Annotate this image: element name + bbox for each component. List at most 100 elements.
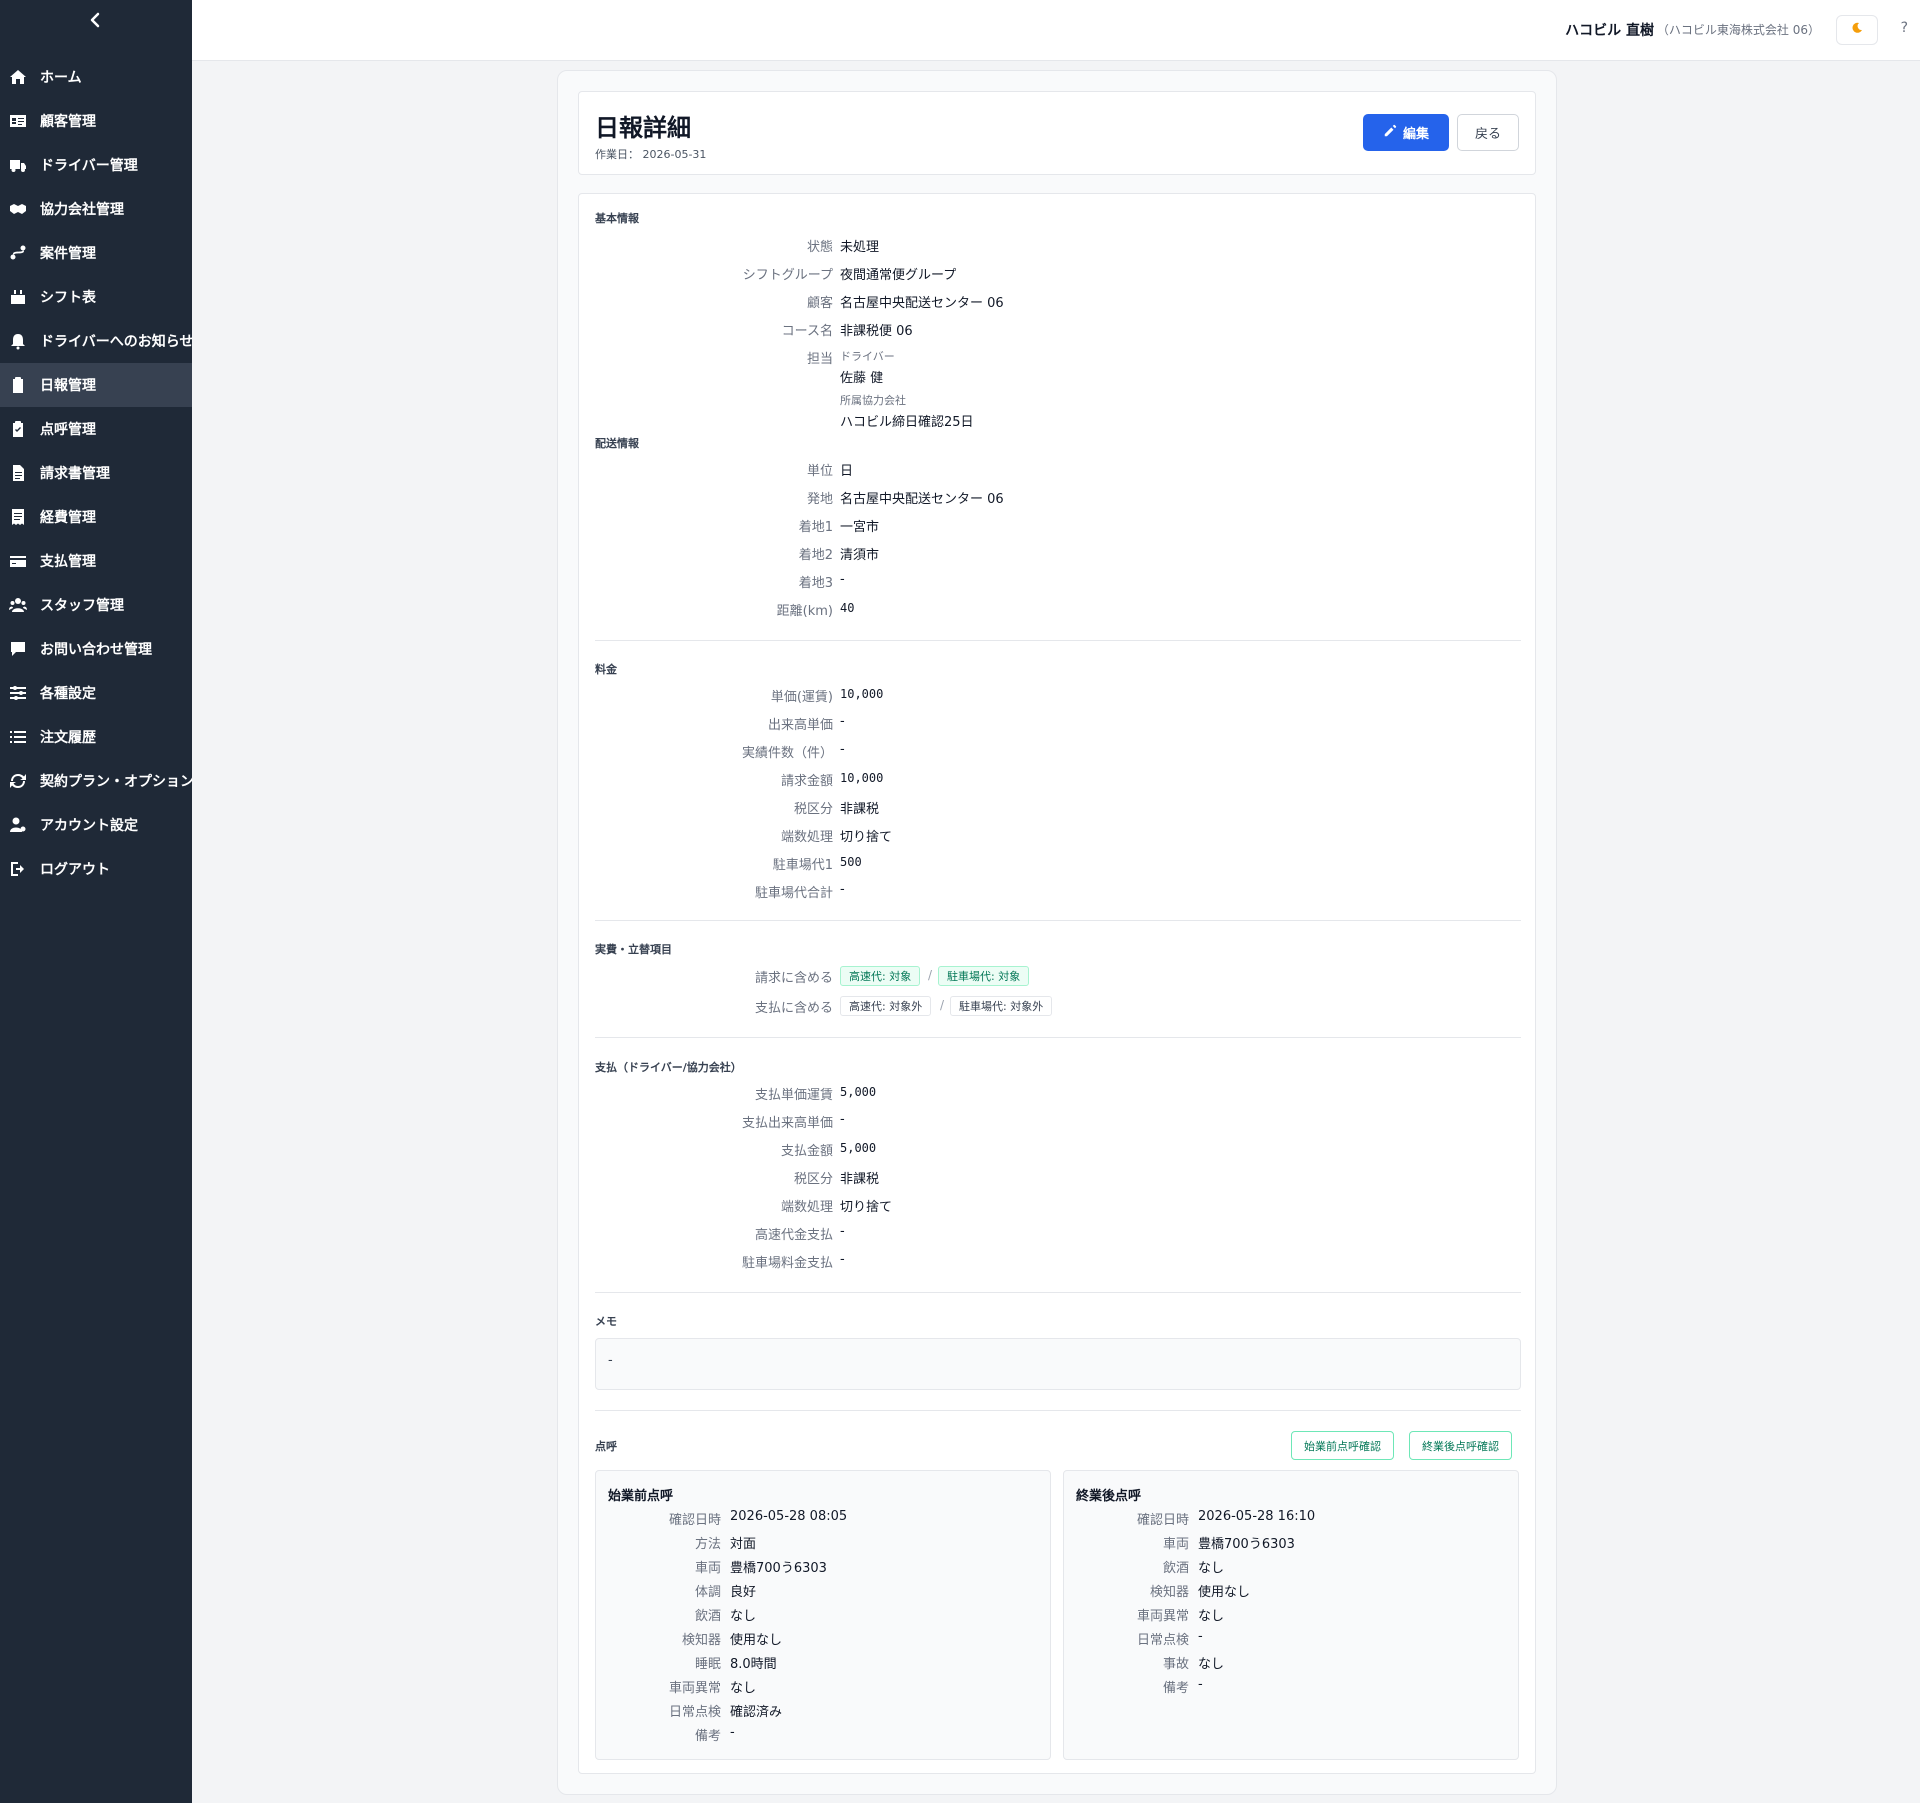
roll-call-row: 確認日時 2026-05-28 16:10	[1064, 1507, 1520, 1528]
roll-call-label: 確認日時	[668, 1513, 721, 1528]
bell-icon	[8, 331, 28, 351]
receipt-icon	[8, 507, 28, 527]
sidebar-item-handshake[interactable]: 協力会社管理	[0, 187, 192, 231]
row-origin: 発地 名古屋中央配送センター 06	[579, 486, 1537, 507]
roll-call-value: -	[1198, 1629, 1203, 1644]
row-pay-piece-price: 支払出来高単価 -	[579, 1110, 1537, 1131]
sidebar-item-receipt[interactable]: 経費管理	[0, 495, 192, 539]
roll-call-row: 飲酒 なし	[1064, 1555, 1520, 1576]
status-badge: 駐車場代: 対象	[938, 966, 1030, 986]
roll-call-row: 車両異常 なし	[1064, 1603, 1520, 1624]
sidebar-item-users[interactable]: スタッフ管理	[0, 583, 192, 627]
row-dest3: 着地3-	[579, 570, 1537, 591]
sidebar-item-label: 注文履歴	[40, 730, 96, 746]
memo-box: -	[595, 1338, 1521, 1390]
roll-call-label: 日常点検	[668, 1705, 721, 1720]
pre-roll-call-confirm-button[interactable]: 始業前点呼確認	[1291, 1431, 1394, 1460]
roll-call-row: 日常点検 -	[1064, 1627, 1520, 1648]
sidebar-item-label: アカウント設定	[40, 818, 138, 834]
section-title-basic: 基本情報	[595, 212, 639, 225]
label: コース名	[781, 324, 833, 339]
label: 端数処理	[780, 1200, 833, 1215]
roll-call-row: 日常点検 確認済み	[596, 1699, 1052, 1720]
sidebar-item-clipboard-check[interactable]: 点呼管理	[0, 407, 192, 451]
sidebar-item-message[interactable]: お問い合わせ管理	[0, 627, 192, 671]
chevron-left-icon[interactable]	[87, 10, 103, 30]
roll-call-row: 車両 豊橋700う6303	[1064, 1531, 1520, 1552]
label: 発地	[806, 492, 833, 507]
row-rounding: 端数処理 切り捨て	[579, 824, 1537, 845]
label: 距離(km)	[776, 604, 833, 619]
dest2-value: 清須市	[840, 548, 880, 563]
top-bar: ハコビル 直樹 （ハコビル東海株式会社 06） ?	[192, 0, 1920, 61]
sidebar-item-label: 顧客管理	[40, 114, 96, 130]
roll-call-value: 良好	[730, 1585, 757, 1600]
pencil-icon	[1383, 124, 1397, 142]
row-dest1: 着地1 一宮市	[579, 514, 1537, 535]
row-unit-price: 単価(運賃) 10,000	[579, 684, 1537, 705]
roll-call-value: 2026-05-28 08:05	[730, 1509, 848, 1524]
row-pay-unit-price: 支払単価運賃 5,000	[579, 1082, 1537, 1103]
help-button[interactable]: ?	[1901, 20, 1908, 36]
home-icon	[8, 67, 28, 87]
sidebar-item-clipboard[interactable]: 日報管理	[0, 363, 192, 407]
users-icon	[8, 595, 28, 615]
roll-call-value: なし	[1198, 1609, 1225, 1624]
customer-value: 名古屋中央配送センター 06	[840, 296, 1004, 311]
sidebar-item-bell[interactable]: ドライバーへのお知らせ	[0, 319, 192, 363]
sidebar-item-label: 協力会社管理	[40, 202, 124, 218]
row-billing-include: 請求に含める	[579, 965, 1537, 986]
sidebar-item-label: シフト表	[40, 290, 96, 306]
sidebar-item-route[interactable]: 案件管理	[0, 231, 192, 275]
sidebar-item-list[interactable]: 注文履歴	[0, 715, 192, 759]
divider	[595, 1292, 1521, 1293]
edit-button[interactable]: 編集	[1363, 114, 1449, 151]
roll-call-label: 検知器	[681, 1633, 721, 1648]
roll-call-row: 飲酒 なし	[596, 1603, 1052, 1624]
calendar-icon	[8, 287, 28, 307]
distance-value: 40	[840, 601, 855, 615]
separator: /	[940, 998, 945, 1012]
sidebar-item-sliders[interactable]: 各種設定	[0, 671, 192, 715]
sidebar-item-label: ドライバーへのお知らせ	[40, 334, 192, 350]
driver-value: 佐藤 健	[840, 371, 884, 386]
sidebar-item-truck[interactable]: ドライバー管理	[0, 143, 192, 187]
roll-call-value: 使用なし	[730, 1633, 783, 1648]
row-piece-price: 出来高単価 -	[579, 712, 1537, 733]
sidebar-item-credit-card[interactable]: 支払管理	[0, 539, 192, 583]
roll-call-row: 睡眠 8.0時間	[596, 1651, 1052, 1672]
roll-call-label: 確認日時	[1136, 1513, 1189, 1528]
sidebar-item-logout[interactable]: ログアウト	[0, 847, 192, 891]
sidebar-item-home[interactable]: ホーム	[0, 55, 192, 99]
roll-call-value: 対面	[730, 1537, 757, 1552]
rounding-value: 切り捨て	[840, 830, 893, 845]
roll-call-label: 車両異常	[1136, 1609, 1189, 1624]
user-name[interactable]: ハコビル 直樹	[1565, 20, 1654, 40]
theme-toggle-button[interactable]	[1836, 15, 1878, 45]
partner-value: ハコビル締日確認25日	[840, 415, 974, 430]
user-company: （ハコビル東海株式会社 06）	[1656, 23, 1820, 37]
page-title: 日報詳細	[595, 114, 691, 142]
label: 税区分	[793, 1172, 833, 1187]
row-distance: 距離(km) 40	[579, 598, 1537, 619]
back-button[interactable]: 戻る	[1457, 114, 1519, 151]
title-card: 日報詳細 作業日： 2026-05-31 編集 戻る	[578, 91, 1536, 175]
roll-call-label: 体調	[694, 1585, 721, 1600]
roll-call-value: なし	[1198, 1657, 1225, 1672]
origin-value: 名古屋中央配送センター 06	[840, 492, 1004, 507]
roll-call-label: 方法	[694, 1537, 721, 1552]
sidebar-item-calendar[interactable]: シフト表	[0, 275, 192, 319]
roll-call-row: 車両異常 なし	[596, 1675, 1052, 1696]
sidebar-item-refresh[interactable]: 契約プラン・オプション	[0, 759, 192, 803]
row-pay-parking: 駐車場料金支払 -	[579, 1250, 1537, 1271]
sidebar-item-user-gear[interactable]: アカウント設定	[0, 803, 192, 847]
sidebar-item-file[interactable]: 請求書管理	[0, 451, 192, 495]
label: 駐車場代合計	[754, 886, 833, 901]
sidebar-item-id-card[interactable]: 顧客管理	[0, 99, 192, 143]
roll-call-label: 車両	[1162, 1537, 1189, 1552]
label: 実績件数（件）	[741, 746, 833, 761]
pay-rounding-value: 切り捨て	[840, 1200, 893, 1215]
post-roll-call-confirm-button[interactable]: 終業後点呼確認	[1409, 1431, 1512, 1460]
row-payment-include: 支払に含める	[579, 995, 1537, 1016]
label: 着地1	[798, 520, 833, 535]
